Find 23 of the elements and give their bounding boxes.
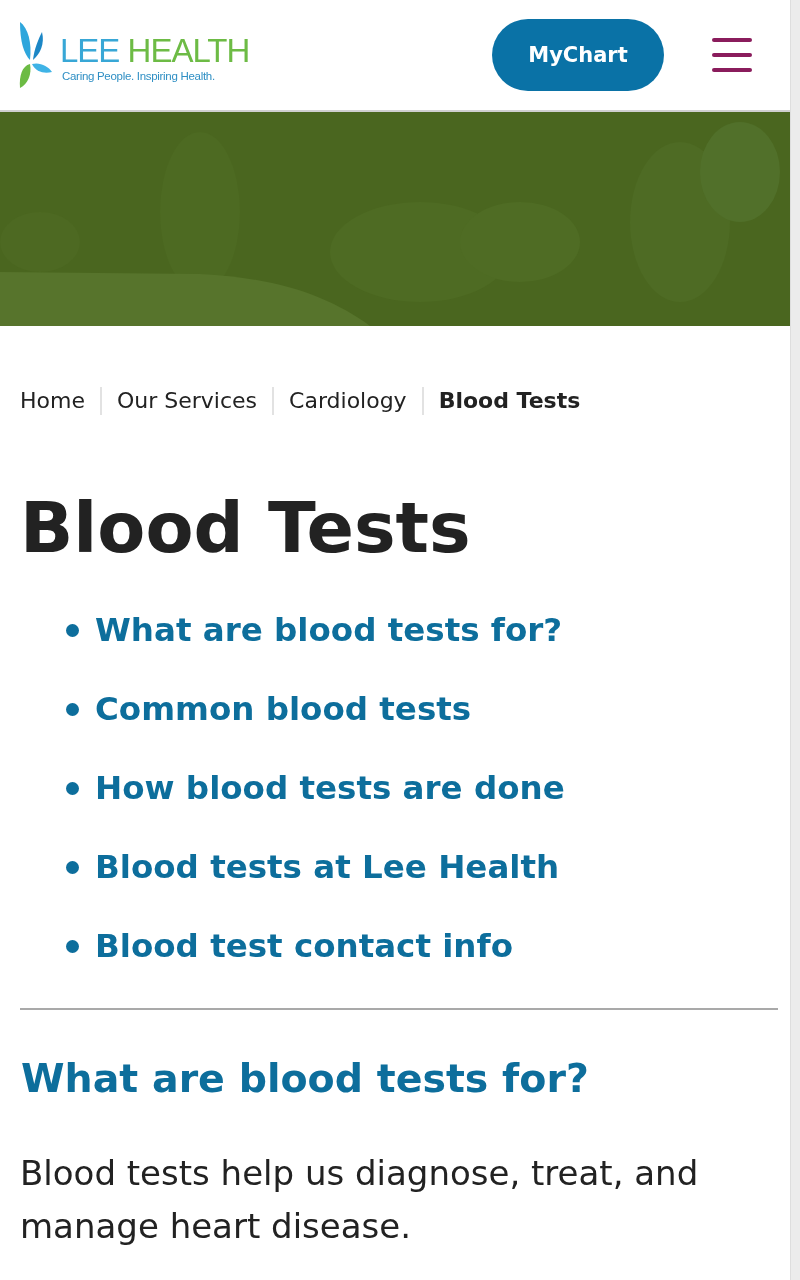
breadcrumb-link[interactable]: Home — [20, 386, 85, 416]
contents-link[interactable]: Common blood tests — [95, 670, 472, 749]
section-heading: What are blood tests for? — [21, 1054, 590, 1102]
breadcrumb-link[interactable]: Cardiology — [289, 386, 407, 416]
contents-link[interactable]: Blood test contact info — [95, 907, 513, 986]
scrollbar[interactable] — [790, 0, 800, 1280]
bullet-icon — [66, 940, 79, 953]
contents-link[interactable]: What are blood tests for? — [95, 591, 563, 670]
page-title: Blood Tests — [20, 487, 472, 569]
contents-link[interactable]: How blood tests are done — [95, 749, 565, 828]
section-paragraph: Blood tests help us diagnose, treat, and manage heart disease. — [20, 1152, 700, 1248]
bullet-icon — [66, 861, 79, 874]
bullet-icon — [66, 703, 79, 716]
breadcrumb-link[interactable]: Our Services — [116, 386, 258, 416]
bullet-icon — [66, 624, 79, 637]
breadcrumb-current: Blood Tests — [438, 387, 581, 415]
contents-link[interactable]: Blood tests at Lee Health — [95, 828, 560, 907]
menu-button[interactable] — [712, 38, 752, 72]
mychart-button[interactable]: MyChart — [492, 19, 664, 91]
bullet-icon — [66, 782, 79, 795]
logo-tagline: Caring People. Inspiring Health. — [62, 70, 216, 82]
logo-leaf-icon — [18, 20, 52, 90]
menu-icon — [712, 38, 752, 72]
